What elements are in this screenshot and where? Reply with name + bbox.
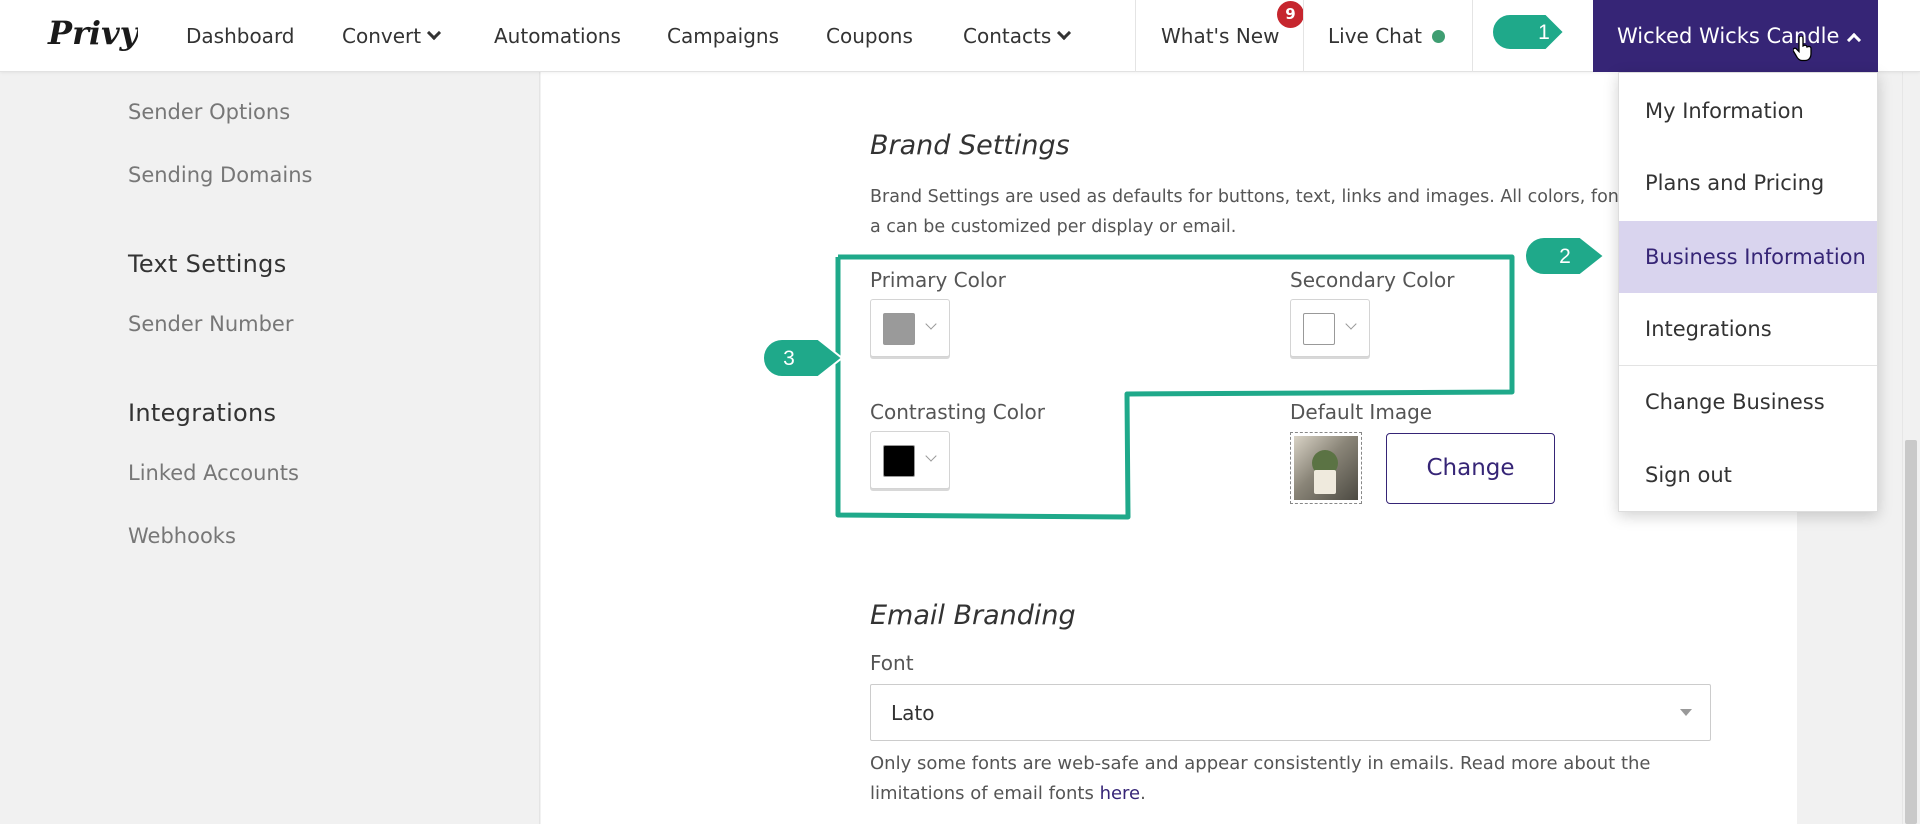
callout-number: 2 xyxy=(1559,245,1571,268)
annotation-overlay: 1 2 3 xyxy=(762,13,1606,520)
callout-number: 1 xyxy=(1538,21,1550,44)
highlight-outline xyxy=(835,254,1515,520)
callout-number: 3 xyxy=(783,347,795,370)
callout-2: 2 xyxy=(1524,236,1606,276)
callout-1: 1 xyxy=(1491,13,1566,51)
callout-3: 3 xyxy=(762,338,844,378)
